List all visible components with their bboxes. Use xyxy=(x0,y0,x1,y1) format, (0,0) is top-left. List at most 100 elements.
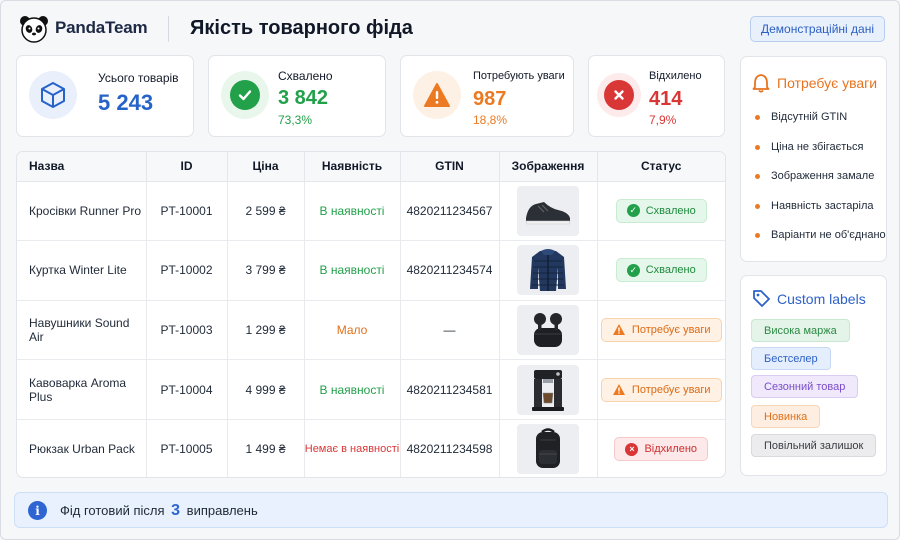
table-row[interactable]: Навушники Sound Air PT-10003 1 299 ₴ Мал… xyxy=(17,300,725,361)
panda-logo-icon xyxy=(20,16,48,43)
stat-value: 5 243 xyxy=(98,90,154,115)
column-header-image[interactable]: Зображення xyxy=(499,152,598,182)
header-divider xyxy=(168,16,169,42)
attention-item[interactable]: Відсутній GTIN xyxy=(753,111,886,141)
warning-icon xyxy=(413,71,461,119)
product-price: 4 999 ₴ xyxy=(227,359,305,420)
check-icon xyxy=(221,71,269,119)
app-window: PandaTeam Якість товарного фіда Демонстр… xyxy=(0,0,900,540)
attention-item[interactable]: Ціна не збігається xyxy=(753,141,886,171)
status-cell: × Відхилено xyxy=(597,419,725,477)
stat-value: 987 xyxy=(473,88,507,110)
backpack-image[interactable] xyxy=(517,424,579,475)
table-row[interactable]: Кавоварка Aroma Plus PT-10004 4 999 ₴ В … xyxy=(17,359,725,420)
demo-data-button[interactable]: Демонстраційні дані xyxy=(750,16,885,42)
product-availability: В наявності xyxy=(304,181,401,242)
product-availability: Мало xyxy=(304,300,401,361)
check-circle-icon: ✓ xyxy=(626,263,640,277)
table-row[interactable]: Кросівки Runner Pro PT-10001 2 599 ₴ В н… xyxy=(17,181,725,242)
info-icon: i xyxy=(28,501,47,520)
warning-icon xyxy=(612,324,625,336)
product-price: 1 299 ₴ xyxy=(227,300,305,361)
label-tag-slow-stock[interactable]: Повільний залишок xyxy=(751,434,877,457)
product-name: Навушники Sound Air xyxy=(17,300,147,361)
product-image-cell xyxy=(499,359,598,420)
stat-percent: 73,3% xyxy=(278,113,313,127)
stat-label: Потребують уваги xyxy=(473,70,565,82)
table-row[interactable]: Куртка Winter Lite PT-10002 3 799 ₴ В на… xyxy=(17,240,725,301)
status-cell: ✓ Схвалено xyxy=(597,181,725,242)
status-text: Потребує уваги xyxy=(631,323,711,336)
products-table: Назва ID Ціна Наявність GTIN Зображення … xyxy=(17,152,725,477)
stat-card-approved: Схвалено 3 842 73,3% xyxy=(208,55,386,137)
status-text: Схвалено xyxy=(645,264,696,277)
stat-percent: 7,9% xyxy=(649,113,677,127)
table-header-row: Назва ID Ціна Наявність GTIN Зображення … xyxy=(17,152,725,182)
close-icon xyxy=(597,73,641,117)
product-name: Кросівки Runner Pro xyxy=(17,181,147,242)
status-cell: Потребує уваги xyxy=(597,300,725,361)
product-price: 2 599 ₴ xyxy=(227,181,305,242)
product-gtin: 4820211234581 xyxy=(400,359,500,420)
cube-icon xyxy=(29,71,77,119)
coffee-machine-image[interactable] xyxy=(517,364,579,415)
product-gtin: 4820211234574 xyxy=(400,240,500,301)
column-header-status[interactable]: Статус xyxy=(597,152,725,182)
column-header-price[interactable]: Ціна xyxy=(227,152,305,182)
column-header-availability[interactable]: Наявність xyxy=(304,152,401,182)
attention-item[interactable]: Наявність застаріла xyxy=(753,200,886,230)
status-badge: × Відхилено xyxy=(614,437,709,462)
product-id: PT-10001 xyxy=(146,181,228,242)
earbuds-image[interactable] xyxy=(517,304,579,355)
status-text: Відхилено xyxy=(644,443,698,456)
sneaker-image[interactable] xyxy=(517,185,579,236)
status-text: Потребує уваги xyxy=(631,383,711,396)
column-header-name[interactable]: Назва xyxy=(17,152,147,182)
product-availability: В наявності xyxy=(304,359,401,420)
attention-panel: Потребує уваги Відсутній GTIN Ціна не зб… xyxy=(740,56,887,262)
stat-percent: 18,8% xyxy=(473,113,508,127)
stat-card-total: Усього товарів 5 243 xyxy=(16,55,194,137)
label-tag-new[interactable]: Новинка xyxy=(751,405,821,428)
label-tag-high-margin[interactable]: Висока маржа xyxy=(751,319,850,342)
label-tag-bestseller[interactable]: Бестселер xyxy=(751,347,831,370)
column-header-id[interactable]: ID xyxy=(146,152,228,182)
products-table-card: Назва ID Ціна Наявність GTIN Зображення … xyxy=(16,151,726,478)
stat-label: Схвалено xyxy=(278,69,333,83)
attention-item[interactable]: Зображення замале xyxy=(753,170,886,200)
feed-ready-prefix: Фід готовий після xyxy=(60,503,165,518)
close-circle-icon: × xyxy=(625,442,639,456)
stat-label: Усього товарів xyxy=(98,71,179,85)
product-availability: Немає в наявності xyxy=(304,419,401,477)
product-id: PT-10003 xyxy=(146,300,228,361)
status-badge: Потребує уваги xyxy=(600,317,722,342)
product-price: 3 799 ₴ xyxy=(227,240,305,301)
jacket-image[interactable] xyxy=(517,245,579,296)
product-image-cell xyxy=(499,419,598,477)
stat-value: 3 842 xyxy=(278,87,329,109)
table-row[interactable]: Рюкзак Urban Pack PT-10005 1 499 ₴ Немає… xyxy=(17,419,725,477)
brand-name: PandaTeam xyxy=(55,18,148,37)
product-gtin: 4820211234598 xyxy=(400,419,500,477)
column-header-gtin[interactable]: GTIN xyxy=(400,152,500,182)
attention-item[interactable]: Варіанти не об'єднано xyxy=(753,229,886,259)
custom-labels-title: Custom labels xyxy=(777,291,866,307)
product-price: 1 499 ₴ xyxy=(227,419,305,477)
product-name: Рюкзак Urban Pack xyxy=(17,419,147,477)
product-id: PT-10002 xyxy=(146,240,228,301)
feed-ready-text: Фід готовий після 3 виправлень xyxy=(60,502,258,520)
product-id: PT-10004 xyxy=(146,359,228,420)
header: PandaTeam Якість товарного фіда Демонстр… xyxy=(1,1,899,57)
product-gtin: 4820211234567 xyxy=(400,181,500,242)
check-circle-icon: ✓ xyxy=(626,204,640,218)
label-tag-seasonal[interactable]: Сезонний товар xyxy=(751,375,859,398)
page-title: Якість товарного фіда xyxy=(190,17,413,39)
status-text: Схвалено xyxy=(645,204,696,217)
attention-list: Відсутній GTIN Ціна не збігається Зображ… xyxy=(753,111,886,259)
warning-icon xyxy=(612,384,625,396)
product-image-cell xyxy=(499,300,598,361)
status-badge: ✓ Схвалено xyxy=(615,198,707,223)
stat-label: Відхилено xyxy=(649,70,702,82)
stat-card-rejected: Відхилено 414 7,9% xyxy=(588,55,725,137)
product-name: Куртка Winter Lite xyxy=(17,240,147,301)
